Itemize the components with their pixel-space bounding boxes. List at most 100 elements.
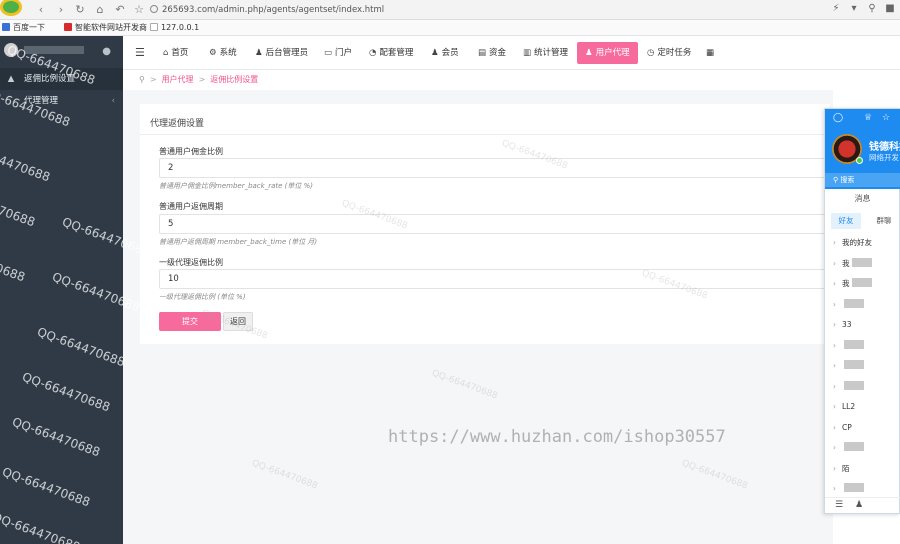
bookmark-baidu[interactable]: 百度一下 (2, 20, 45, 36)
id-card-icon: ▭ (324, 48, 333, 58)
gear-icon: ⚙ (209, 48, 217, 58)
list-item[interactable]: › (825, 336, 900, 357)
nav-portal[interactable]: ▭ 门户 (324, 44, 352, 62)
sidebar-item-rebate-settings[interactable]: ▲ 返佣比例设置 (0, 68, 123, 90)
breadcrumb-separator: > (198, 75, 206, 84)
star-icon[interactable]: ☆ (881, 113, 891, 123)
profile-icon[interactable]: ■ (884, 3, 896, 15)
user-agent-icon: ♟ (585, 48, 593, 58)
reload-icon[interactable]: ↻ (73, 3, 87, 17)
chevron-right-icon: › (833, 299, 836, 309)
home-icon: ⌂ (163, 48, 169, 58)
member-rate-label: 普通用户佣金比例 (159, 147, 223, 156)
nav-home[interactable]: ⌂ 首页 (163, 44, 188, 62)
home-icon[interactable]: ⌂ (93, 3, 107, 17)
chevron-right-icon: › (833, 402, 836, 411)
users-icon: ♟ (431, 48, 439, 58)
chevron-right-icon: › (833, 238, 836, 247)
bookmark-localhost[interactable]: 127.0.0.1 (150, 20, 199, 36)
sidebar-brand: ● (0, 36, 123, 68)
blurred-text (844, 483, 864, 492)
list-item[interactable]: › (825, 295, 900, 316)
search-icon[interactable]: ⚲ (866, 3, 878, 15)
list-item[interactable]: › 我 (825, 274, 900, 295)
undo-icon[interactable]: ↶ (113, 3, 127, 17)
grid-icon[interactable]: ▦ (706, 44, 714, 62)
list-item[interactable]: › 我 (825, 254, 900, 275)
crown-icon[interactable]: ♕ (863, 113, 873, 123)
nav-system[interactable]: ⚙ 系统 (209, 44, 237, 62)
site-favicon-icon (64, 23, 72, 31)
list-item[interactable]: › (825, 377, 900, 398)
clock-icon: ◷ (647, 48, 655, 58)
blurred-text (844, 339, 864, 349)
list-item[interactable]: › 33 (825, 315, 900, 336)
qq-tab-friends[interactable]: 好友 (831, 213, 861, 229)
sidebar-item-label: 返佣比例设置 (24, 74, 76, 84)
search-icon: ⚲ (833, 176, 839, 184)
list-item[interactable]: › CP (825, 418, 900, 439)
forward-icon[interactable]: › (54, 3, 68, 17)
back-button[interactable]: 返回 (223, 312, 253, 331)
list-item[interactable]: › 我的好友 (825, 233, 900, 254)
dropdown-icon[interactable]: ▾ (848, 3, 860, 15)
chart-icon: ▥ (523, 48, 532, 58)
back-icon[interactable]: ‹ (34, 3, 48, 17)
nav-admins[interactable]: ♟ 后台管理员 (255, 44, 308, 62)
member-period-input[interactable]: 5 (159, 214, 829, 234)
chevron-right-icon: › (833, 463, 836, 473)
top-navigation: ☰ ⌂ 首页 ⚙ 系统 ♟ 后台管理员 ▭ 门户 ◔ 配套管理 ♟ 会员 ▤ 资金 ▥ 统计管理… (123, 36, 900, 70)
menu-icon[interactable]: ☰ (835, 500, 843, 510)
nav-funds[interactable]: ▤ 资金 (478, 44, 506, 62)
list-item[interactable]: › LL2 (825, 397, 900, 418)
tint-icon[interactable]: ● (102, 36, 111, 68)
qq-bottom-bar: ☰ ♟ (825, 497, 900, 513)
bookmark-site[interactable]: 智能软件网站开发商 (64, 20, 147, 36)
qq-signature[interactable]: 网络开发 (869, 152, 899, 163)
nav-scheduled-tasks[interactable]: ◷ 定时任务 (647, 44, 691, 62)
user-icon: ♟ (255, 48, 263, 58)
list-item[interactable]: › 陌 (825, 459, 900, 480)
list-item[interactable]: › (825, 438, 900, 459)
menu-toggle-icon[interactable]: ☰ (135, 46, 147, 60)
member-period-label: 普通用户返佣周期 (159, 202, 223, 211)
sidebar-item-agent-management[interactable]: 代理管理 ‹ (0, 90, 123, 112)
star-icon[interactable]: ☆ (132, 3, 146, 17)
address-bar[interactable]: 265693.com/admin.php/agents/agentset/ind… (150, 3, 800, 17)
qq-search-input[interactable]: ⚲ 搜索 (825, 173, 900, 187)
nav-statistics[interactable]: ▥ 统计管理 (523, 44, 568, 62)
member-rate-input[interactable]: 2 (159, 158, 829, 178)
qq-tab-messages[interactable]: 消息 (825, 193, 900, 204)
avatar (4, 43, 18, 57)
chevron-right-icon: › (833, 361, 836, 370)
bookmarks-bar: 百度一下 智能软件网站开发商 127.0.0.1 (0, 20, 900, 36)
qq-header: ◯ ♕ ☆ 钱德科技 网络开发 ⚲ 搜索 (825, 109, 900, 189)
location-icon: ⚲ (139, 75, 145, 84)
breadcrumb: ⚲ > 用户代理 > 返佣比例设置 (123, 70, 823, 90)
nav-members[interactable]: ♟ 会员 (431, 44, 459, 62)
blurred-text (844, 380, 864, 390)
site-info-icon[interactable] (150, 5, 158, 13)
skin-icon[interactable]: ◯ (833, 113, 843, 123)
level1-rate-label: 一级代理返佣比例 (159, 258, 223, 267)
chevron-right-icon: › (833, 381, 836, 391)
palette-icon: ◔ (369, 48, 377, 58)
qq-tab-groups[interactable]: 群聊 (871, 213, 897, 229)
blurred-text (844, 360, 864, 369)
flash-icon[interactable]: ⚡ (830, 3, 842, 15)
blurred-text (851, 278, 872, 287)
nav-user-agents[interactable]: ♟ 用户代理 (577, 42, 638, 64)
qq-tabs: 好友 群聊 (825, 213, 900, 229)
level1-rate-help: 一级代理返佣比例 (单位 %) (159, 293, 246, 301)
breadcrumb-user-agents[interactable]: 用户代理 (162, 75, 194, 84)
sidebar: ● ▲ 返佣比例设置 代理管理 ‹ (0, 36, 123, 544)
list-item[interactable]: › (825, 356, 900, 377)
breadcrumb-rebate-settings[interactable]: 返佣比例设置 (210, 75, 258, 84)
settings-card: 代理返佣设置 普通用户佣金比例 2 普通用户佣金比例member_back_ra… (140, 104, 830, 344)
nav-supporting[interactable]: ◔ 配套管理 (369, 44, 413, 62)
submit-button[interactable]: 提交 (159, 312, 221, 331)
chevron-left-icon: ‹ (111, 96, 115, 106)
add-contact-icon[interactable]: ♟ (855, 500, 863, 510)
level1-rate-input[interactable]: 10 (159, 269, 829, 289)
divider (140, 134, 830, 135)
